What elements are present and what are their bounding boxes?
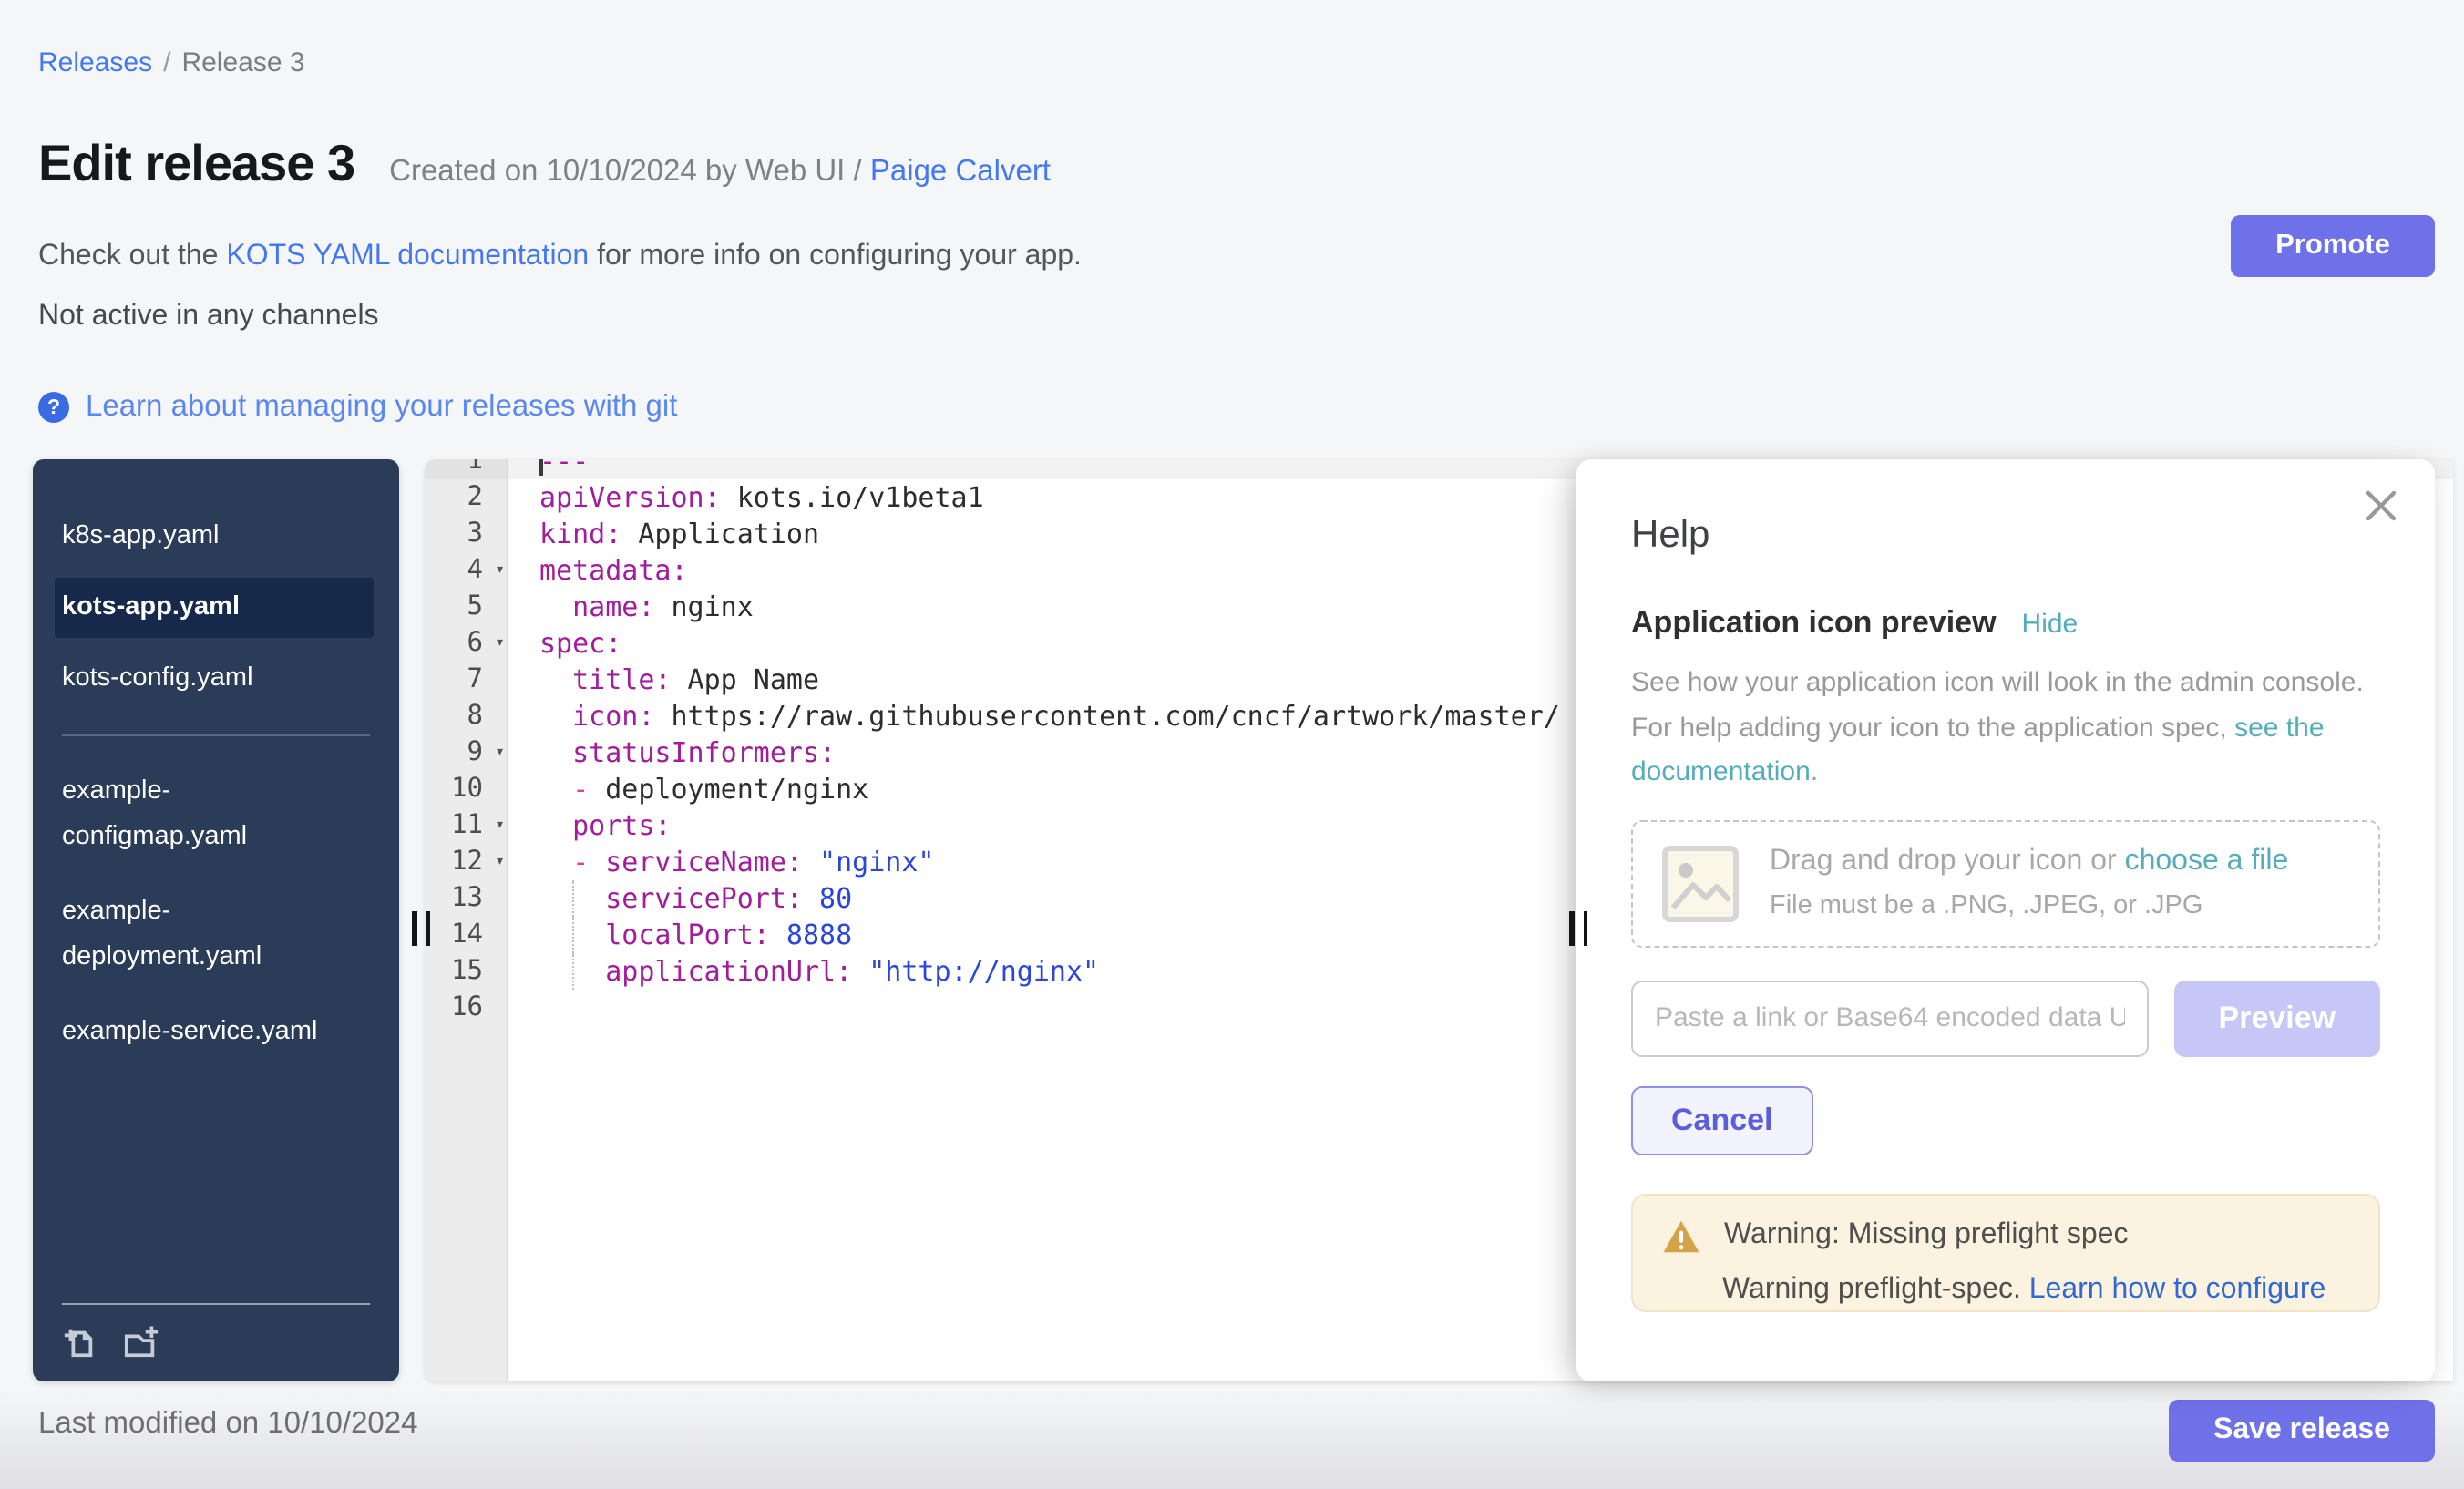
file-tree-actions — [62, 1303, 370, 1360]
file-list: k8s-app.yamlkots-app.yamlkots-config.yam… — [33, 459, 399, 1070]
docs-line: Check out the KOTS YAML documentation fo… — [38, 241, 1082, 273]
fold-arrow-icon[interactable]: ▾ — [495, 552, 505, 589]
icon-preview-description: See how your application icon will look … — [1631, 662, 2380, 796]
line-number-7: 7 — [425, 662, 507, 698]
line-number-12: 12▾ — [425, 844, 507, 880]
fold-arrow-icon[interactable]: ▾ — [495, 844, 505, 880]
close-icon[interactable] — [2364, 488, 2398, 523]
help-panel: Help Application icon preview Hide See h… — [1576, 459, 2435, 1381]
breadcrumb-separator: / — [163, 47, 170, 78]
line-number-5: 5 — [425, 589, 507, 625]
breadcrumb: Releases / Release 3 — [38, 47, 305, 78]
file-item-example-deployment.yaml[interactable]: example-deployment.yaml — [33, 875, 399, 995]
line-number-8: 8 — [425, 698, 507, 734]
line-number-14: 14 — [425, 917, 507, 953]
line-number-10: 10 — [425, 771, 507, 807]
line-number-4: 4▾ — [425, 552, 507, 589]
hide-link[interactable]: Hide — [2022, 609, 2079, 640]
created-info: Created on 10/10/2024 by Web UI / Paige … — [389, 155, 1051, 190]
created-prefix: Created on 10/10/2024 by Web UI / — [389, 155, 870, 188]
cancel-button[interactable]: Cancel — [1631, 1085, 1813, 1155]
line-number-13: 13 — [425, 880, 507, 917]
warning-triangle-icon — [1662, 1218, 1700, 1253]
breadcrumb-current: Release 3 — [181, 47, 304, 78]
new-file-icon[interactable] — [62, 1325, 97, 1360]
save-release-button[interactable]: Save release — [2169, 1400, 2435, 1462]
fold-arrow-icon[interactable]: ▾ — [495, 734, 505, 771]
question-circle-icon: ? — [38, 392, 69, 423]
dropzone-text-prefix: Drag and drop your icon or — [1770, 846, 2125, 877]
fold-arrow-icon[interactable]: ▾ — [495, 807, 505, 844]
help-title: Help — [1631, 514, 2380, 558]
dropzone-filetypes: File must be a .PNG, .JPEG, or .JPG — [1770, 891, 2288, 920]
file-item-example-configmap.yaml[interactable]: example-configmap.yaml — [33, 755, 399, 875]
preview-button[interactable]: Preview — [2174, 980, 2380, 1056]
line-number-2: 2 — [425, 479, 507, 516]
file-item-example-service.yaml[interactable]: example-service.yaml — [33, 995, 399, 1070]
warning-detail-text: Warning preflight-spec. — [1722, 1273, 2029, 1304]
help-panel-resize-handle[interactable] — [1569, 911, 1587, 946]
kots-yaml-docs-link[interactable]: KOTS YAML documentation — [226, 241, 589, 272]
file-list-divider — [62, 734, 370, 736]
docs-prefix: Check out the — [38, 241, 226, 272]
new-folder-icon[interactable] — [122, 1325, 160, 1360]
file-item-k8s-app.yaml[interactable]: k8s-app.yaml — [33, 499, 399, 574]
docs-suffix: for more info on configuring your app. — [589, 241, 1082, 272]
promote-button[interactable]: Promote — [2231, 215, 2435, 277]
page-title: Edit release 3 — [38, 135, 354, 193]
git-releases-link[interactable]: ? Learn about managing your releases wit… — [38, 390, 677, 425]
file-item-kots-config.yaml[interactable]: kots-config.yaml — [33, 642, 399, 716]
text-cursor — [539, 459, 543, 476]
file-item-kots-app.yaml[interactable]: kots-app.yaml — [55, 578, 374, 638]
file-tree-sidebar: k8s-app.yamlkots-app.yamlkots-config.yam… — [33, 459, 399, 1381]
git-releases-link-label: Learn about managing your releases with … — [86, 390, 677, 425]
preflight-warning: Warning: Missing preflight spec Warning … — [1631, 1193, 2380, 1311]
line-number-6: 6▾ — [425, 625, 507, 662]
description-text: . — [1811, 756, 1818, 787]
image-placeholder-icon — [1662, 845, 1739, 921]
warning-detail: Warning preflight-spec. Learn how to con… — [1722, 1273, 2349, 1306]
channel-status: Not active in any channels — [38, 301, 379, 334]
line-number-9: 9▾ — [425, 734, 507, 771]
sidebar-resize-handle[interactable] — [412, 911, 430, 946]
warning-title: Warning: Missing preflight spec — [1724, 1219, 2128, 1252]
icon-url-input[interactable] — [1631, 980, 2149, 1056]
icon-preview-section-title: Application icon preview — [1631, 605, 1997, 642]
breadcrumb-releases-link[interactable]: Releases — [38, 47, 152, 78]
learn-how-to-configure-link[interactable]: Learn how to configure — [2029, 1273, 2326, 1304]
line-number-3: 3 — [425, 516, 507, 552]
line-number-15: 15 — [425, 953, 507, 990]
line-number-1: 1 — [425, 459, 507, 479]
line-number-16: 16 — [425, 990, 507, 1026]
icon-dropzone[interactable]: Drag and drop your icon or choose a file… — [1631, 819, 2380, 947]
fold-arrow-icon[interactable]: ▾ — [495, 625, 505, 662]
dropzone-text: Drag and drop your icon or choose a file — [1770, 846, 2288, 878]
choose-file-link[interactable]: choose a file — [2125, 846, 2289, 877]
created-author-link[interactable]: Paige Calvert — [870, 155, 1051, 188]
line-number-11: 11▾ — [425, 807, 507, 844]
last-modified-text: Last modified on 10/10/2024 — [38, 1407, 418, 1442]
